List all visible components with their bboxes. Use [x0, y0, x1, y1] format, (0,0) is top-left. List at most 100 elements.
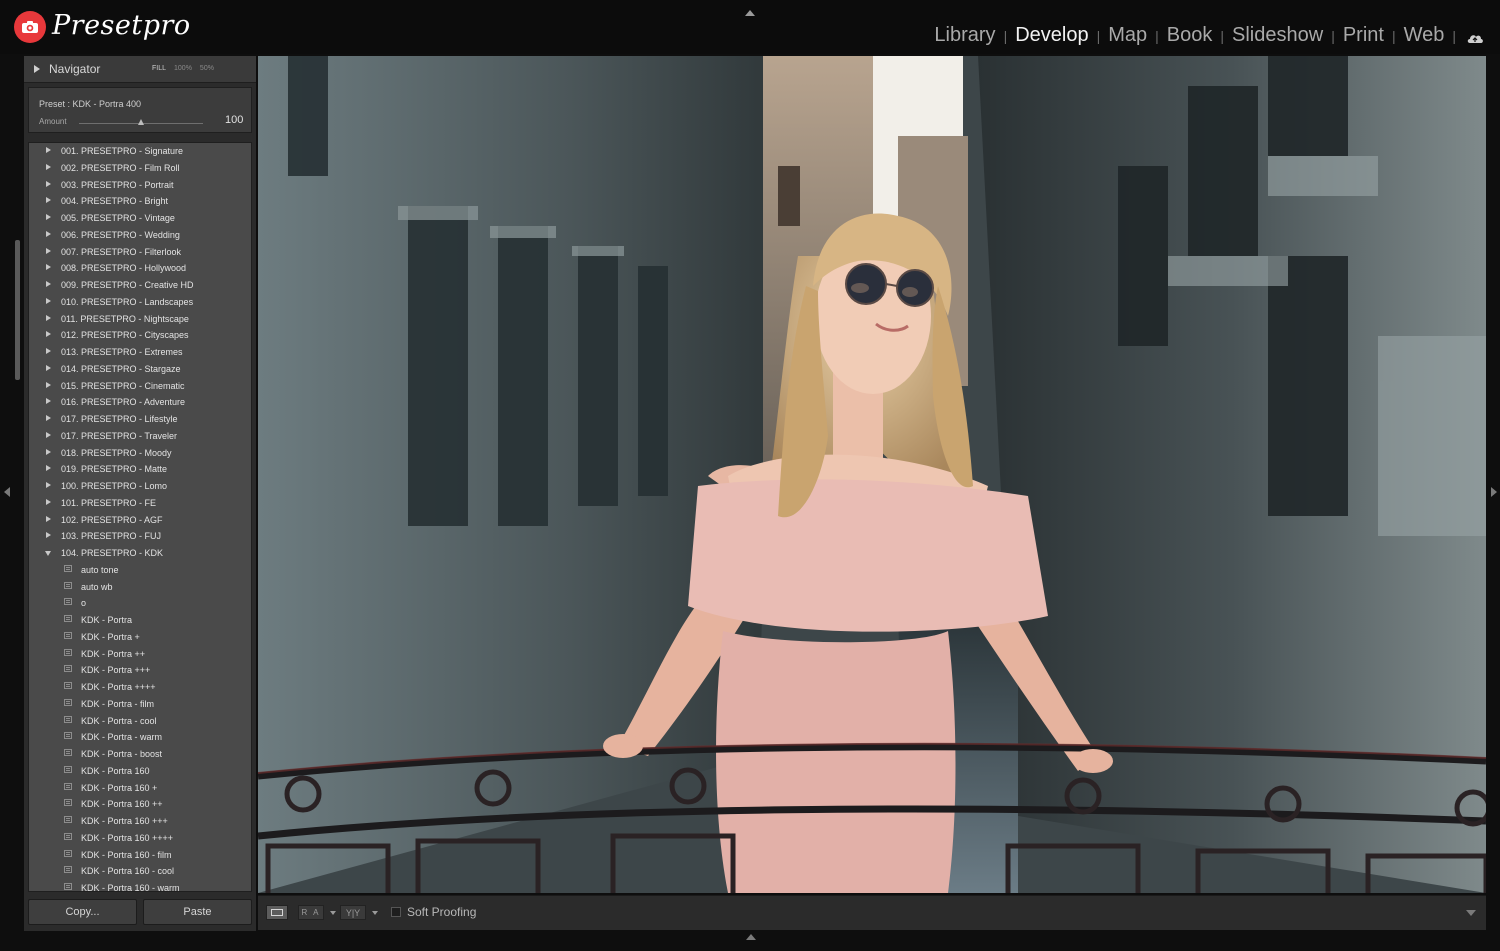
loupe-view-icon[interactable] [266, 905, 288, 920]
preset-item[interactable]: KDK - Portra 160 ++++ [29, 830, 251, 847]
preset-item[interactable]: auto wb [29, 579, 251, 596]
preset-folder[interactable]: 007. PRESETPRO - Filterlook [29, 244, 251, 261]
preset-item[interactable]: KDK - Portra +++ [29, 662, 251, 679]
preset-folder[interactable]: 004. PRESETPRO - Bright [29, 193, 251, 210]
preset-item[interactable]: KDK - Portra 160 ++ [29, 796, 251, 813]
preset-item[interactable]: auto tone [29, 562, 251, 579]
top-panel-toggle-icon[interactable] [745, 10, 755, 16]
collapsed-triangle-icon[interactable] [46, 147, 51, 153]
collapsed-triangle-icon[interactable] [46, 381, 51, 388]
preset-folder[interactable]: 008. PRESETPRO - Hollywood [29, 260, 251, 277]
paste-button[interactable]: Paste [143, 899, 252, 925]
zoom-100-option[interactable]: 100% [174, 65, 192, 72]
collapsed-triangle-icon[interactable] [46, 498, 51, 505]
preset-folder[interactable]: 012. PRESETPRO - Cityscapes [29, 327, 251, 344]
preset-folder[interactable]: 016. PRESETPRO - Adventure [29, 394, 251, 411]
module-web[interactable]: Web [1404, 24, 1445, 47]
preset-folder[interactable]: 013. PRESETPRO - Extremes [29, 344, 251, 361]
collapsed-triangle-icon[interactable] [46, 197, 51, 204]
collapsed-triangle-icon[interactable] [46, 163, 51, 170]
before-after-split-button[interactable]: Y|Y [340, 905, 366, 920]
preset-folder[interactable]: 100. PRESETPRO - Lomo [29, 478, 251, 495]
preset-item[interactable]: KDK - Portra 160 +++ [29, 813, 251, 830]
collapsed-triangle-icon[interactable] [46, 264, 51, 271]
preset-folder[interactable]: 015. PRESETPRO - Cinematic [29, 378, 251, 395]
preset-folder[interactable]: 018. PRESETPRO - Moody [29, 445, 251, 462]
zoom-fill-option[interactable]: FILL [152, 65, 166, 72]
preset-item[interactable]: KDK - Portra - film [29, 696, 251, 713]
preset-item[interactable]: KDK - Portra + [29, 629, 251, 646]
preset-item[interactable]: KDK - Portra - boost [29, 746, 251, 763]
preset-item[interactable]: KDK - Portra 160 - cool [29, 863, 251, 880]
preset-item[interactable]: o [29, 595, 251, 612]
collapsed-triangle-icon[interactable] [46, 465, 51, 472]
preset-folder[interactable]: 010. PRESETPRO - Landscapes [29, 294, 251, 311]
copy-button[interactable]: Copy... [28, 899, 137, 925]
collapsed-triangle-icon[interactable] [46, 230, 51, 237]
photo-canvas[interactable] [258, 56, 1486, 893]
module-slideshow[interactable]: Slideshow [1232, 24, 1323, 47]
collapsed-triangle-icon[interactable] [46, 398, 51, 405]
split-dropdown-icon[interactable] [372, 911, 378, 915]
preset-folder[interactable]: 009. PRESETPRO - Creative HD [29, 277, 251, 294]
preset-item[interactable]: KDK - Portra 160 - warm [29, 880, 251, 891]
collapsed-triangle-icon[interactable] [46, 364, 51, 371]
collapsed-triangle-icon[interactable] [46, 180, 51, 187]
preset-folder[interactable]: 017. PRESETPRO - Lifestyle [29, 411, 251, 428]
left-panel-toggle-icon[interactable] [4, 487, 10, 497]
preset-folder[interactable]: 019. PRESETPRO - Matte [29, 461, 251, 478]
preset-folder[interactable]: 002. PRESETPRO - Film Roll [29, 160, 251, 177]
soft-proofing-checkbox[interactable] [391, 907, 401, 917]
preset-item[interactable]: KDK - Portra 160 [29, 763, 251, 780]
preset-item[interactable]: KDK - Portra ++++ [29, 679, 251, 696]
preset-item[interactable]: KDK - Portra [29, 612, 251, 629]
preset-item[interactable]: KDK - Portra ++ [29, 646, 251, 663]
collapsed-triangle-icon[interactable] [46, 515, 51, 522]
preset-folder[interactable]: 017. PRESETPRO - Traveler [29, 428, 251, 445]
collapsed-triangle-icon[interactable] [46, 247, 51, 254]
amount-slider-thumb[interactable] [138, 119, 144, 125]
collapsed-triangle-icon[interactable] [46, 415, 51, 421]
preset-folder[interactable]: 006. PRESETPRO - Wedding [29, 227, 251, 244]
filmstrip-toggle-icon[interactable] [746, 934, 756, 940]
collapsed-triangle-icon[interactable] [46, 482, 51, 488]
right-panel-toggle-icon[interactable] [1491, 487, 1497, 497]
preset-item[interactable]: KDK - Portra 160 + [29, 780, 251, 797]
preset-folder[interactable]: 102. PRESETPRO - AGF [29, 512, 251, 529]
preset-folder[interactable]: 011. PRESETPRO - Nightscape [29, 311, 251, 328]
preset-item[interactable]: KDK - Portra - warm [29, 729, 251, 746]
module-map[interactable]: Map [1108, 24, 1147, 47]
collapsed-triangle-icon[interactable] [46, 331, 51, 338]
preset-item[interactable]: KDK - Portra 160 - film [29, 847, 251, 864]
collapsed-triangle-icon[interactable] [46, 448, 51, 455]
left-panel-scrollbar[interactable] [15, 240, 20, 380]
before-after-button[interactable]: R A [298, 905, 324, 920]
amount-value[interactable]: 100 [225, 114, 243, 126]
module-print[interactable]: Print [1343, 24, 1384, 47]
preset-item[interactable]: KDK - Portra - cool [29, 713, 251, 730]
preset-folder[interactable]: 103. PRESETPRO - FUJ [29, 528, 251, 545]
cloud-sync-icon[interactable] [1466, 31, 1484, 49]
collapsed-triangle-icon[interactable] [46, 348, 51, 354]
toolbar-menu-icon[interactable] [1466, 910, 1476, 916]
preset-folder[interactable]: 101. PRESETPRO - FE [29, 495, 251, 512]
before-after-dropdown-icon[interactable] [330, 911, 336, 915]
preset-folder-open[interactable]: 104. PRESETPRO - KDK [29, 545, 251, 562]
preset-folder[interactable]: 014. PRESETPRO - Stargaze [29, 361, 251, 378]
collapsed-triangle-icon[interactable] [46, 281, 51, 287]
collapsed-triangle-icon[interactable] [46, 297, 51, 304]
zoom-50-option[interactable]: 50% [200, 65, 214, 72]
collapsed-triangle-icon[interactable] [46, 314, 51, 321]
navigator-header[interactable]: Navigator FILL 100% 50% [24, 56, 256, 83]
preset-folder[interactable]: 001. PRESETPRO - Signature [29, 143, 251, 160]
module-book[interactable]: Book [1167, 24, 1213, 47]
collapsed-triangle-icon[interactable] [46, 431, 51, 438]
expanded-triangle-icon[interactable] [45, 551, 51, 556]
preset-folder[interactable]: 003. PRESETPRO - Portrait [29, 177, 251, 194]
module-library[interactable]: Library [934, 24, 995, 47]
preset-folder[interactable]: 005. PRESETPRO - Vintage [29, 210, 251, 227]
expand-triangle-icon[interactable] [34, 65, 40, 73]
collapsed-triangle-icon[interactable] [46, 532, 51, 539]
module-develop[interactable]: Develop [1015, 24, 1088, 47]
collapsed-triangle-icon[interactable] [46, 214, 51, 220]
